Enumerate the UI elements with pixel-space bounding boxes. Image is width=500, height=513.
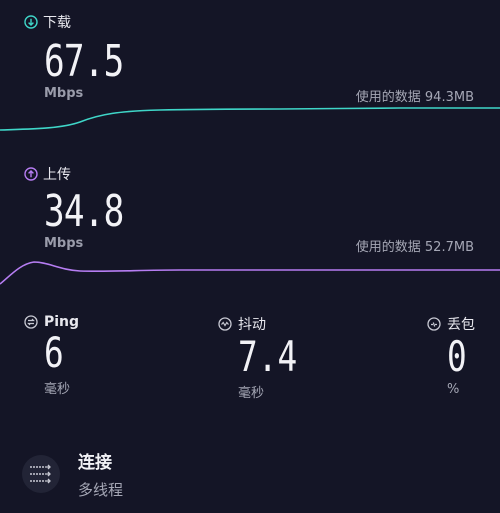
packet-loss-stat: 丢包 0 %: [427, 314, 475, 397]
connection-title: 连接: [78, 453, 112, 473]
jitter-icon: [218, 317, 232, 331]
download-graph-line: [0, 107, 500, 131]
connection-icon-badge: [22, 455, 60, 493]
download-label: 下载: [43, 15, 71, 31]
download-arrow-icon: [24, 15, 38, 29]
jitter-unit: 毫秒: [238, 386, 265, 401]
download-header: 下载: [24, 12, 71, 32]
download-speed-graph: [0, 107, 500, 131]
ping-unit: 毫秒: [44, 382, 71, 397]
ping-stat: Ping 6 毫秒: [24, 314, 79, 397]
packet-loss-label: 丢包: [447, 317, 475, 333]
upload-unit: Mbps: [44, 236, 84, 251]
upload-speed-value: 34.8: [44, 186, 124, 237]
upload-label: 上传: [43, 167, 71, 183]
packet-loss-value: 0: [447, 332, 467, 381]
jitter-value: 7.4: [238, 332, 298, 381]
download-speed-value: 67.5: [44, 36, 124, 87]
ping-value: 6: [44, 328, 64, 377]
upload-speed-graph: [0, 261, 500, 285]
multi-connection-icon: [30, 464, 51, 484]
upload-graph-line: [0, 261, 500, 285]
packet-loss-icon: [427, 317, 441, 331]
download-unit: Mbps: [44, 86, 84, 101]
connection-row[interactable]: 连接 多线程: [22, 448, 123, 500]
ping-icon: [24, 315, 38, 329]
upload-header: 上传: [24, 164, 71, 184]
upload-arrow-icon: [24, 167, 38, 181]
jitter-stat: 抖动 7.4 毫秒: [218, 314, 314, 401]
packet-loss-unit: %: [447, 382, 460, 397]
jitter-label: 抖动: [238, 317, 266, 333]
connection-mode: 多线程: [78, 481, 124, 499]
